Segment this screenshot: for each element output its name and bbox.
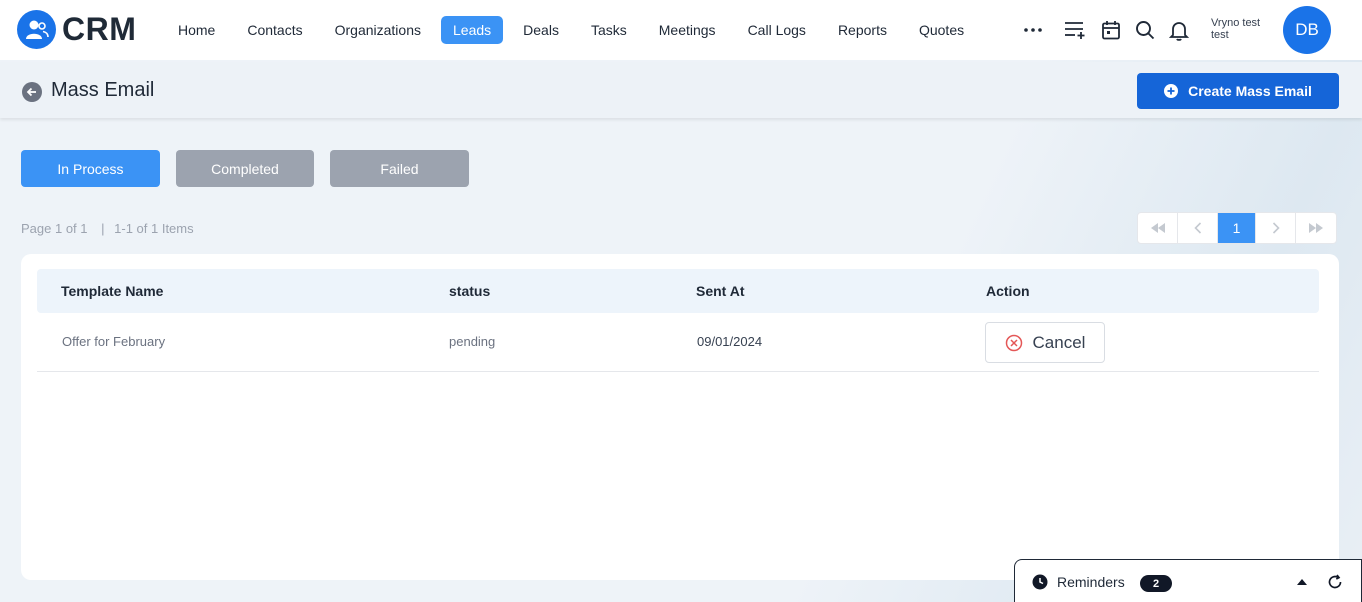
caret-up-icon[interactable] xyxy=(1295,577,1309,587)
users-logo-icon xyxy=(17,10,56,49)
column-action: Action xyxy=(986,283,1030,299)
first-page-icon[interactable] xyxy=(1138,213,1178,243)
nav-organizations[interactable]: Organizations xyxy=(323,16,433,44)
create-mass-email-label: Create Mass Email xyxy=(1188,83,1312,99)
items-count: 1-1 of 1 Items xyxy=(114,221,194,236)
nav-leads[interactable]: Leads xyxy=(441,16,504,44)
next-page-icon[interactable] xyxy=(1256,213,1296,243)
prev-page-icon[interactable] xyxy=(1178,213,1218,243)
page-count: Page 1 of 1 xyxy=(21,221,88,236)
search-icon[interactable] xyxy=(1132,17,1158,43)
table-row: Offer for February pending 09/01/2024 Ca… xyxy=(37,313,1319,372)
status-cell: pending xyxy=(449,334,496,349)
reminders-count-badge: 2 xyxy=(1140,575,1172,592)
nav-contacts[interactable]: Contacts xyxy=(235,16,314,44)
nav-meetings[interactable]: Meetings xyxy=(647,16,728,44)
top-navbar: CRM Home Contacts Organizations Leads De… xyxy=(0,0,1362,60)
tab-failed[interactable]: Failed xyxy=(330,150,469,187)
more-horizontal-icon[interactable] xyxy=(1020,17,1046,43)
top-icons xyxy=(1020,16,1200,44)
nav-home[interactable]: Home xyxy=(166,16,227,44)
reminders-panel[interactable]: Reminders 2 xyxy=(1014,559,1362,602)
clock-icon xyxy=(1032,574,1048,590)
pager: 1 xyxy=(1137,212,1337,244)
column-sent-at: Sent At xyxy=(696,283,745,299)
pagination-info: Page 1 of 1 | 1-1 of 1 Items xyxy=(21,221,194,236)
nav-call-logs[interactable]: Call Logs xyxy=(736,16,818,44)
mass-email-table-card: Template Name status Sent At Action Offe… xyxy=(21,254,1339,580)
back-arrow-icon[interactable] xyxy=(22,82,42,102)
column-template-name: Template Name xyxy=(61,283,164,299)
refresh-icon[interactable] xyxy=(1327,574,1343,590)
nav-tasks[interactable]: Tasks xyxy=(579,16,639,44)
pagination-separator: | xyxy=(101,221,105,236)
brand[interactable]: CRM xyxy=(17,10,136,49)
cancel-x-circle-icon xyxy=(1005,334,1022,351)
tab-in-process[interactable]: In Process xyxy=(21,150,160,187)
user-name[interactable]: Vryno test test xyxy=(1211,17,1275,41)
cancel-button[interactable]: Cancel xyxy=(985,322,1105,363)
nav-reports[interactable]: Reports xyxy=(826,16,899,44)
main-nav: Home Contacts Organizations Leads Deals … xyxy=(166,16,984,44)
last-page-icon[interactable] xyxy=(1296,213,1336,243)
page-1-button[interactable]: 1 xyxy=(1218,213,1256,243)
template-name-cell: Offer for February xyxy=(62,334,166,349)
cancel-label: Cancel xyxy=(1032,332,1086,352)
tab-completed[interactable]: Completed xyxy=(176,150,314,187)
nav-quotes[interactable]: Quotes xyxy=(907,16,976,44)
bell-icon[interactable] xyxy=(1166,17,1192,43)
calendar-icon[interactable] xyxy=(1098,17,1124,43)
nav-deals[interactable]: Deals xyxy=(511,16,571,44)
brand-name: CRM xyxy=(62,11,137,47)
plus-circle-icon xyxy=(1164,84,1179,98)
sent-at-cell: 09/01/2024 xyxy=(697,334,763,349)
add-list-icon[interactable] xyxy=(1062,17,1088,43)
create-mass-email-button[interactable]: Create Mass Email xyxy=(1137,73,1339,109)
page-title: Mass Email xyxy=(51,79,155,101)
reminders-label: Reminders xyxy=(1057,574,1125,590)
page-header: Mass Email Create Mass Email xyxy=(0,62,1362,118)
table-header: Template Name status Sent At Action xyxy=(37,269,1319,313)
column-status: status xyxy=(449,283,491,299)
avatar[interactable]: DB xyxy=(1283,6,1331,54)
